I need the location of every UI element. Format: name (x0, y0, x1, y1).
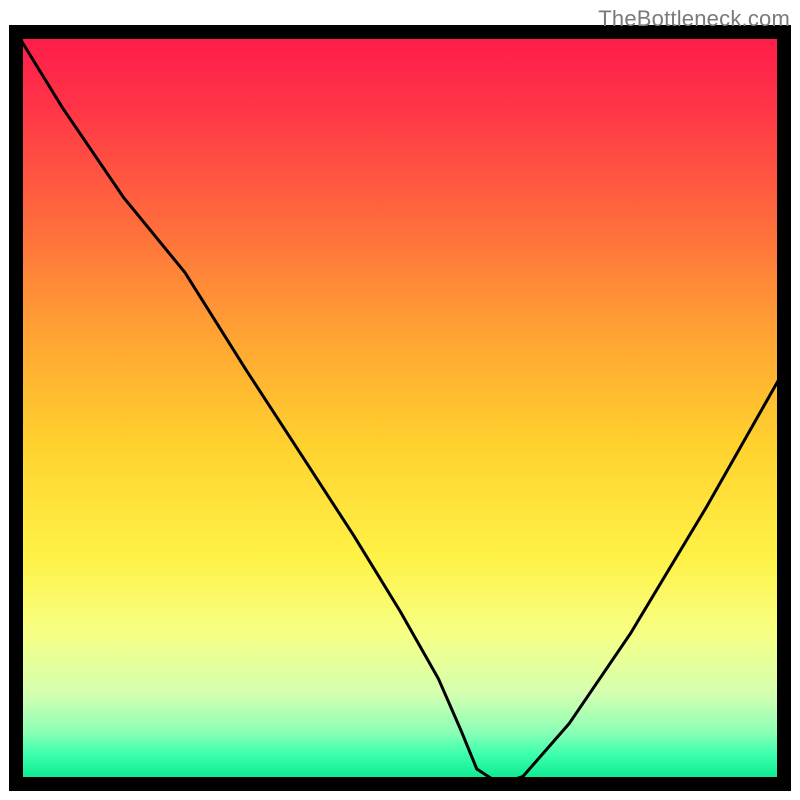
bottleneck-chart (0, 0, 800, 800)
chart-container: TheBottleneck.com (0, 0, 800, 800)
chart-background-gradient (16, 32, 784, 784)
watermark-text: TheBottleneck.com (598, 6, 790, 32)
